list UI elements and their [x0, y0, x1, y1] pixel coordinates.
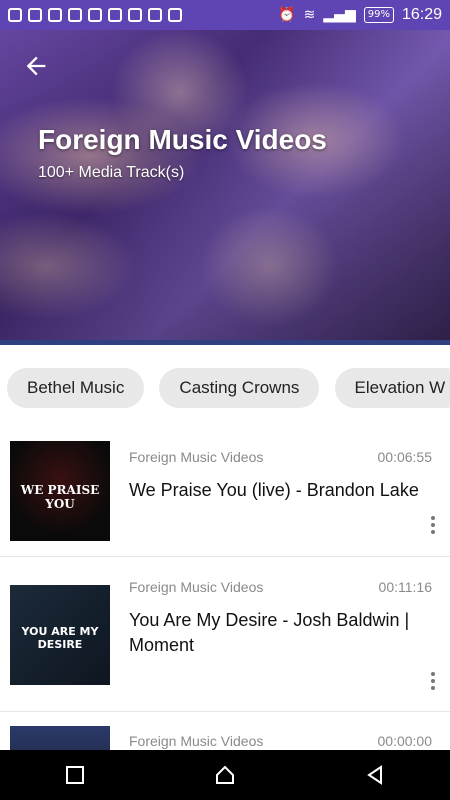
track-duration: 00:06:55: [377, 449, 433, 465]
home-button[interactable]: [203, 753, 247, 797]
thumbnail-text: YOU ARE MY DESIRE: [21, 625, 99, 651]
track-duration: 00:11:16: [378, 579, 432, 595]
mail-icon: [68, 8, 82, 22]
track-source: Foreign Music Videos: [129, 733, 264, 749]
notification-icon: [8, 8, 22, 22]
track-source: Foreign Music Videos: [129, 579, 264, 595]
system-icons: ⏰ ≋ ▂▄▆ 99% 16:29: [278, 6, 442, 24]
hero-divider: [0, 340, 450, 345]
back-button[interactable]: [353, 753, 397, 797]
more-options-icon[interactable]: [430, 672, 436, 692]
notification-icons: [8, 8, 182, 22]
recents-button[interactable]: [53, 753, 97, 797]
signal-icon: ▂▄▆: [323, 7, 356, 23]
back-arrow-icon[interactable]: [22, 52, 50, 80]
image-icon: [108, 8, 122, 22]
track-title: You Are My Desire - Josh Baldwin | Momen…: [129, 610, 410, 655]
notification-icon: [28, 8, 42, 22]
category-chips: Bethel Music Casting Crowns Elevation W: [0, 368, 450, 410]
check-icon: [128, 8, 142, 22]
back-triangle-icon: [367, 765, 382, 785]
app-icon: [88, 8, 102, 22]
page-subtitle: 100+ Media Track(s): [38, 164, 185, 181]
youtube-icon: [168, 8, 182, 22]
battery-icon: 99%: [363, 7, 394, 23]
wifi-icon: ≋: [303, 7, 316, 23]
recents-icon: [66, 766, 84, 784]
chip-casting-crowns[interactable]: Casting Crowns: [159, 368, 320, 408]
alarm-icon: ⏰: [278, 7, 296, 23]
system-nav-bar: [0, 750, 450, 800]
home-icon: [216, 765, 234, 784]
instagram-icon: [148, 8, 162, 22]
track-list: WE PRAISE YOU Foreign Music Videos 00:06…: [0, 425, 450, 800]
track-source: Foreign Music Videos: [129, 449, 264, 465]
list-item[interactable]: YOU ARE MY DESIRE Foreign Music Videos 0…: [0, 557, 450, 712]
mail-icon: [48, 8, 62, 22]
status-bar: ⏰ ≋ ▂▄▆ 99% 16:29: [0, 0, 450, 30]
track-duration: 00:00:00: [377, 733, 433, 749]
track-title: We Praise You (live) - Brandon Lake: [129, 480, 419, 500]
list-item[interactable]: WE PRAISE YOU Foreign Music Videos 00:06…: [0, 425, 450, 557]
chip-bethel-music[interactable]: Bethel Music: [7, 368, 145, 408]
chip-elevation-worship[interactable]: Elevation W: [334, 368, 450, 408]
track-thumbnail: YOU ARE MY DESIRE: [10, 585, 110, 685]
track-thumbnail: WE PRAISE YOU: [10, 441, 110, 541]
more-options-icon[interactable]: [430, 516, 436, 536]
hero-banner: Foreign Music Videos 100+ Media Track(s): [0, 30, 450, 345]
clock: 16:29: [401, 6, 442, 23]
page-title: Foreign Music Videos: [38, 124, 327, 155]
hero-shade: [0, 30, 450, 345]
thumbnail-text: WE PRAISE YOU: [20, 483, 100, 511]
